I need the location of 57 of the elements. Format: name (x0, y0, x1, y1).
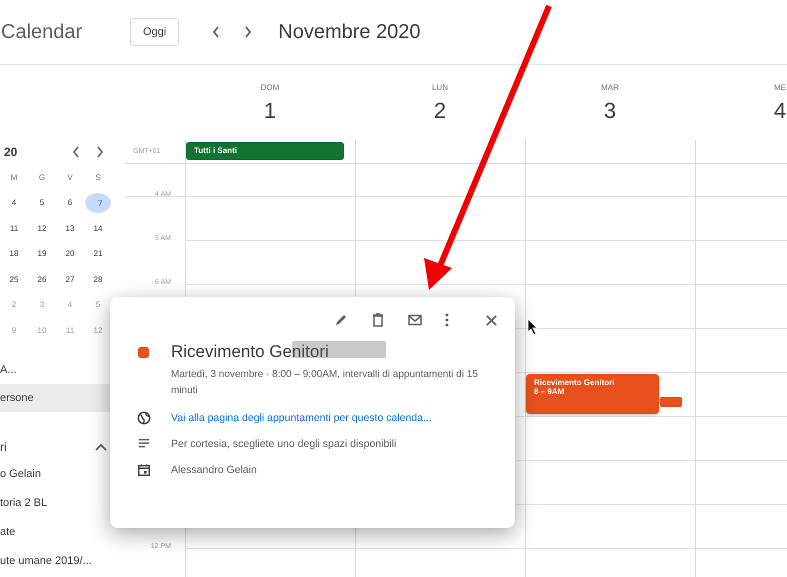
day-number[interactable]: 3 (604, 98, 616, 124)
date-cell[interactable]: 21 (88, 244, 108, 264)
booking-link[interactable]: Vai alla pagina degli appuntamenti per questo calenda... (171, 412, 432, 424)
delete-icon[interactable] (370, 312, 386, 328)
date-cell[interactable]: 27 (60, 270, 80, 290)
previous-icon[interactable] (72, 146, 80, 158)
month-title: 20 (3, 145, 18, 159)
weekday-label: LUN (432, 83, 448, 92)
calendar-icon (137, 463, 151, 477)
collapse-icon[interactable] (95, 442, 107, 450)
previous-icon[interactable] (211, 25, 222, 39)
calendar-item[interactable]: ute umane 2019/... (0, 546, 125, 576)
weekday-label: S (95, 173, 101, 182)
event-date: Martedì, 3 novembre · 8:00 – 9:00AM, intervalli di appuntamenti di 15 minuti (171, 368, 479, 398)
app-title: Calendar (1, 20, 84, 44)
more-icon[interactable] (444, 312, 450, 328)
today-button[interactable]: Oggi (130, 18, 180, 46)
weekday-label: DOM (260, 83, 280, 92)
calendar-item[interactable]: ate (0, 518, 125, 546)
weekday-label: G (38, 173, 46, 182)
date-cell[interactable]: 11 (4, 218, 24, 239)
event-time: 8 – 9AM (534, 387, 566, 396)
date-cell[interactable]: 20 (60, 244, 80, 264)
event-description: Per cortesia, scegliete uno degli spazi disponibili (171, 438, 396, 450)
cursor-icon (527, 318, 539, 336)
date-cell[interactable]: 26 (32, 270, 52, 290)
date-cell[interactable]: 18 (4, 244, 24, 264)
day-number[interactable]: 1 (264, 98, 276, 124)
date-cell[interactable]: 19 (32, 244, 52, 264)
date-cell[interactable]: 14 (88, 218, 108, 239)
next-icon[interactable] (243, 25, 254, 39)
period-title: Novembre 2020 (278, 20, 421, 44)
date-cell[interactable]: 13 (60, 218, 80, 239)
date-cell[interactable]: 28 (88, 270, 108, 290)
globe-icon (137, 411, 151, 425)
date-cell[interactable]: 5 (32, 193, 52, 214)
weekday-label: V (67, 173, 73, 182)
next-icon[interactable] (96, 146, 104, 158)
date-cell[interactable]: 12 (32, 218, 52, 239)
weekday-label: M (10, 173, 18, 182)
date-cell[interactable]: 25 (4, 270, 24, 290)
weekday-label: ME (774, 83, 786, 92)
date-cell[interactable]: 6 (60, 193, 80, 214)
event-title: Ricevimento Genitori (171, 342, 329, 362)
section-title: ri (0, 440, 7, 454)
event-block[interactable]: Ricevimento Genitori 8 – 9AM (526, 374, 659, 414)
calendar-owner: Alessandro Gelain (171, 464, 257, 476)
day-number[interactable]: 4 (774, 98, 786, 124)
weekday-label: MAR (601, 83, 619, 92)
event-title: Ricevimento Genitori (534, 378, 616, 387)
edit-icon[interactable] (333, 312, 349, 328)
day-number[interactable]: 2 (434, 98, 446, 124)
mail-icon[interactable] (407, 312, 423, 328)
date-cell[interactable]: 4 (4, 193, 24, 214)
date-cell[interactable]: 7 (85, 193, 111, 214)
all-day-event[interactable]: Tutti i Santi (186, 142, 344, 160)
close-icon[interactable] (485, 314, 498, 326)
